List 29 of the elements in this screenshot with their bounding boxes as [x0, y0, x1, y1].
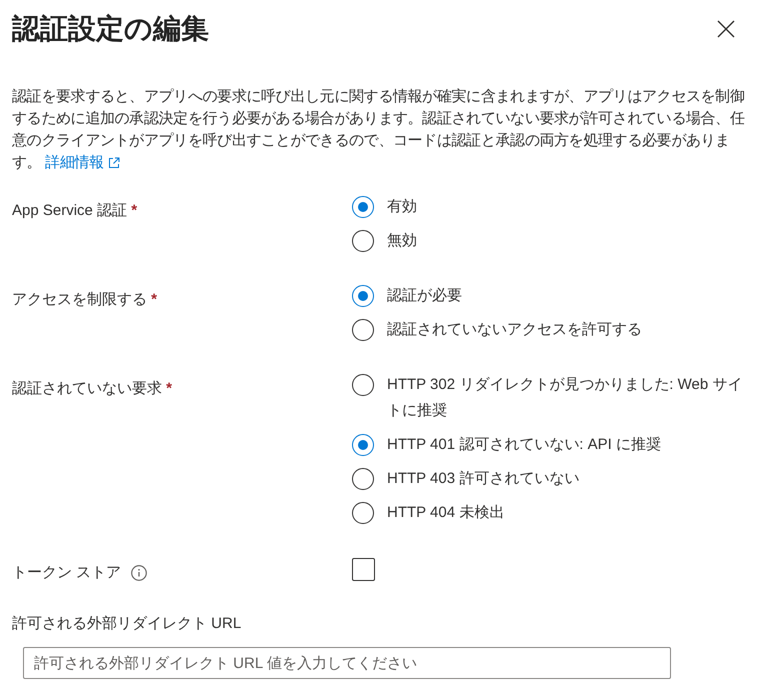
description-text: 認証を要求すると、アプリへの要求に呼び出し元に関する情報が確実に含まれますが、アプリはアクセスを制御するために追加の承認決定を行う必要がある場合があります。認証されていない要求が許可されている場合、任意のクライアントがアプリを呼び出すことができるので、コードは認証と承認の両方を処理する必要があります。 詳細情報: [12, 86, 746, 174]
input-field[interactable]: 許可される外部リダイレクト URL 値を入力してください: [23, 647, 671, 679]
field-label: 許可される外部リダイレクト URL: [12, 614, 242, 634]
field-label: アクセスを制限する *: [12, 290, 158, 310]
learn-more-link[interactable]: 詳細情報: [45, 152, 120, 174]
option-label[interactable]: HTTP 401 認可されていない: API に推奨: [387, 432, 661, 458]
radio-button[interactable]: [352, 502, 374, 524]
option-label[interactable]: 認証が必要: [387, 283, 462, 309]
option-label[interactable]: HTTP 302 リダイレクトが見つかりました: Web サイトに推奨: [387, 372, 747, 424]
info-icon[interactable]: [131, 565, 148, 581]
radio-button[interactable]: [352, 434, 374, 456]
radio-button[interactable]: [352, 374, 374, 396]
external-link-icon: [108, 157, 120, 169]
dialog-title: 認証設定の編集: [12, 12, 209, 46]
option-label[interactable]: HTTP 404 未検出: [387, 500, 504, 526]
radio-button[interactable]: [352, 319, 374, 341]
checkbox[interactable]: [352, 558, 375, 581]
field-label: App Service 認証 *: [12, 201, 138, 221]
option-label[interactable]: HTTP 403 許可されていない: [387, 466, 580, 492]
radio-button[interactable]: [352, 285, 374, 307]
field-label: 認証されていない要求 *: [12, 379, 172, 399]
option-label[interactable]: 認証されていないアクセスを許可する: [387, 317, 642, 343]
radio-button[interactable]: [352, 196, 374, 218]
option-label[interactable]: 有効: [387, 194, 417, 220]
close-icon: [717, 20, 735, 38]
radio-button[interactable]: [352, 468, 374, 490]
field-label: トークン ストア: [12, 563, 122, 583]
option-label[interactable]: 無効: [387, 228, 417, 254]
radio-button[interactable]: [352, 230, 374, 252]
